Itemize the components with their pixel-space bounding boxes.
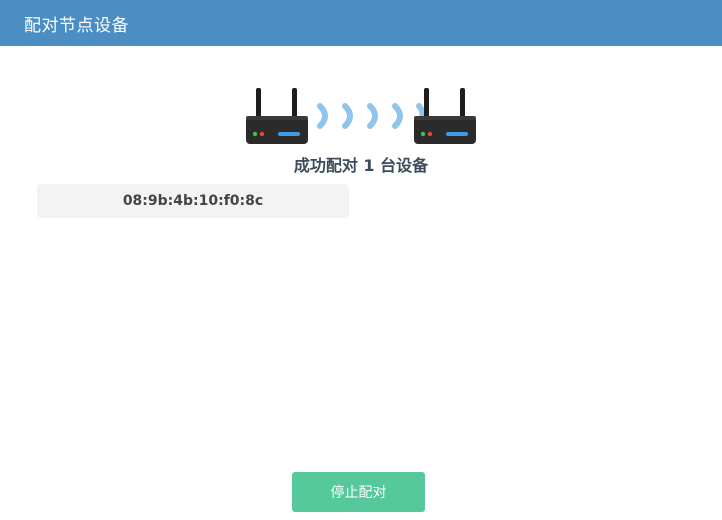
router-right-icon (414, 88, 476, 144)
paired-device-list: 08:9b:4b:10:f0:8c (37, 184, 349, 218)
stop-pairing-button[interactable]: 停止配对 (292, 472, 425, 512)
paired-device-item: 08:9b:4b:10:f0:8c (37, 184, 349, 218)
signal-waves-icon (317, 103, 426, 129)
dialog-title: 配对节点设备 (24, 15, 129, 36)
router-left-icon (246, 88, 308, 144)
pairing-illustration (244, 86, 480, 146)
pairing-status-text: 成功配对 1 台设备 (293, 156, 429, 175)
dialog-header: 配对节点设备 (0, 0, 722, 46)
